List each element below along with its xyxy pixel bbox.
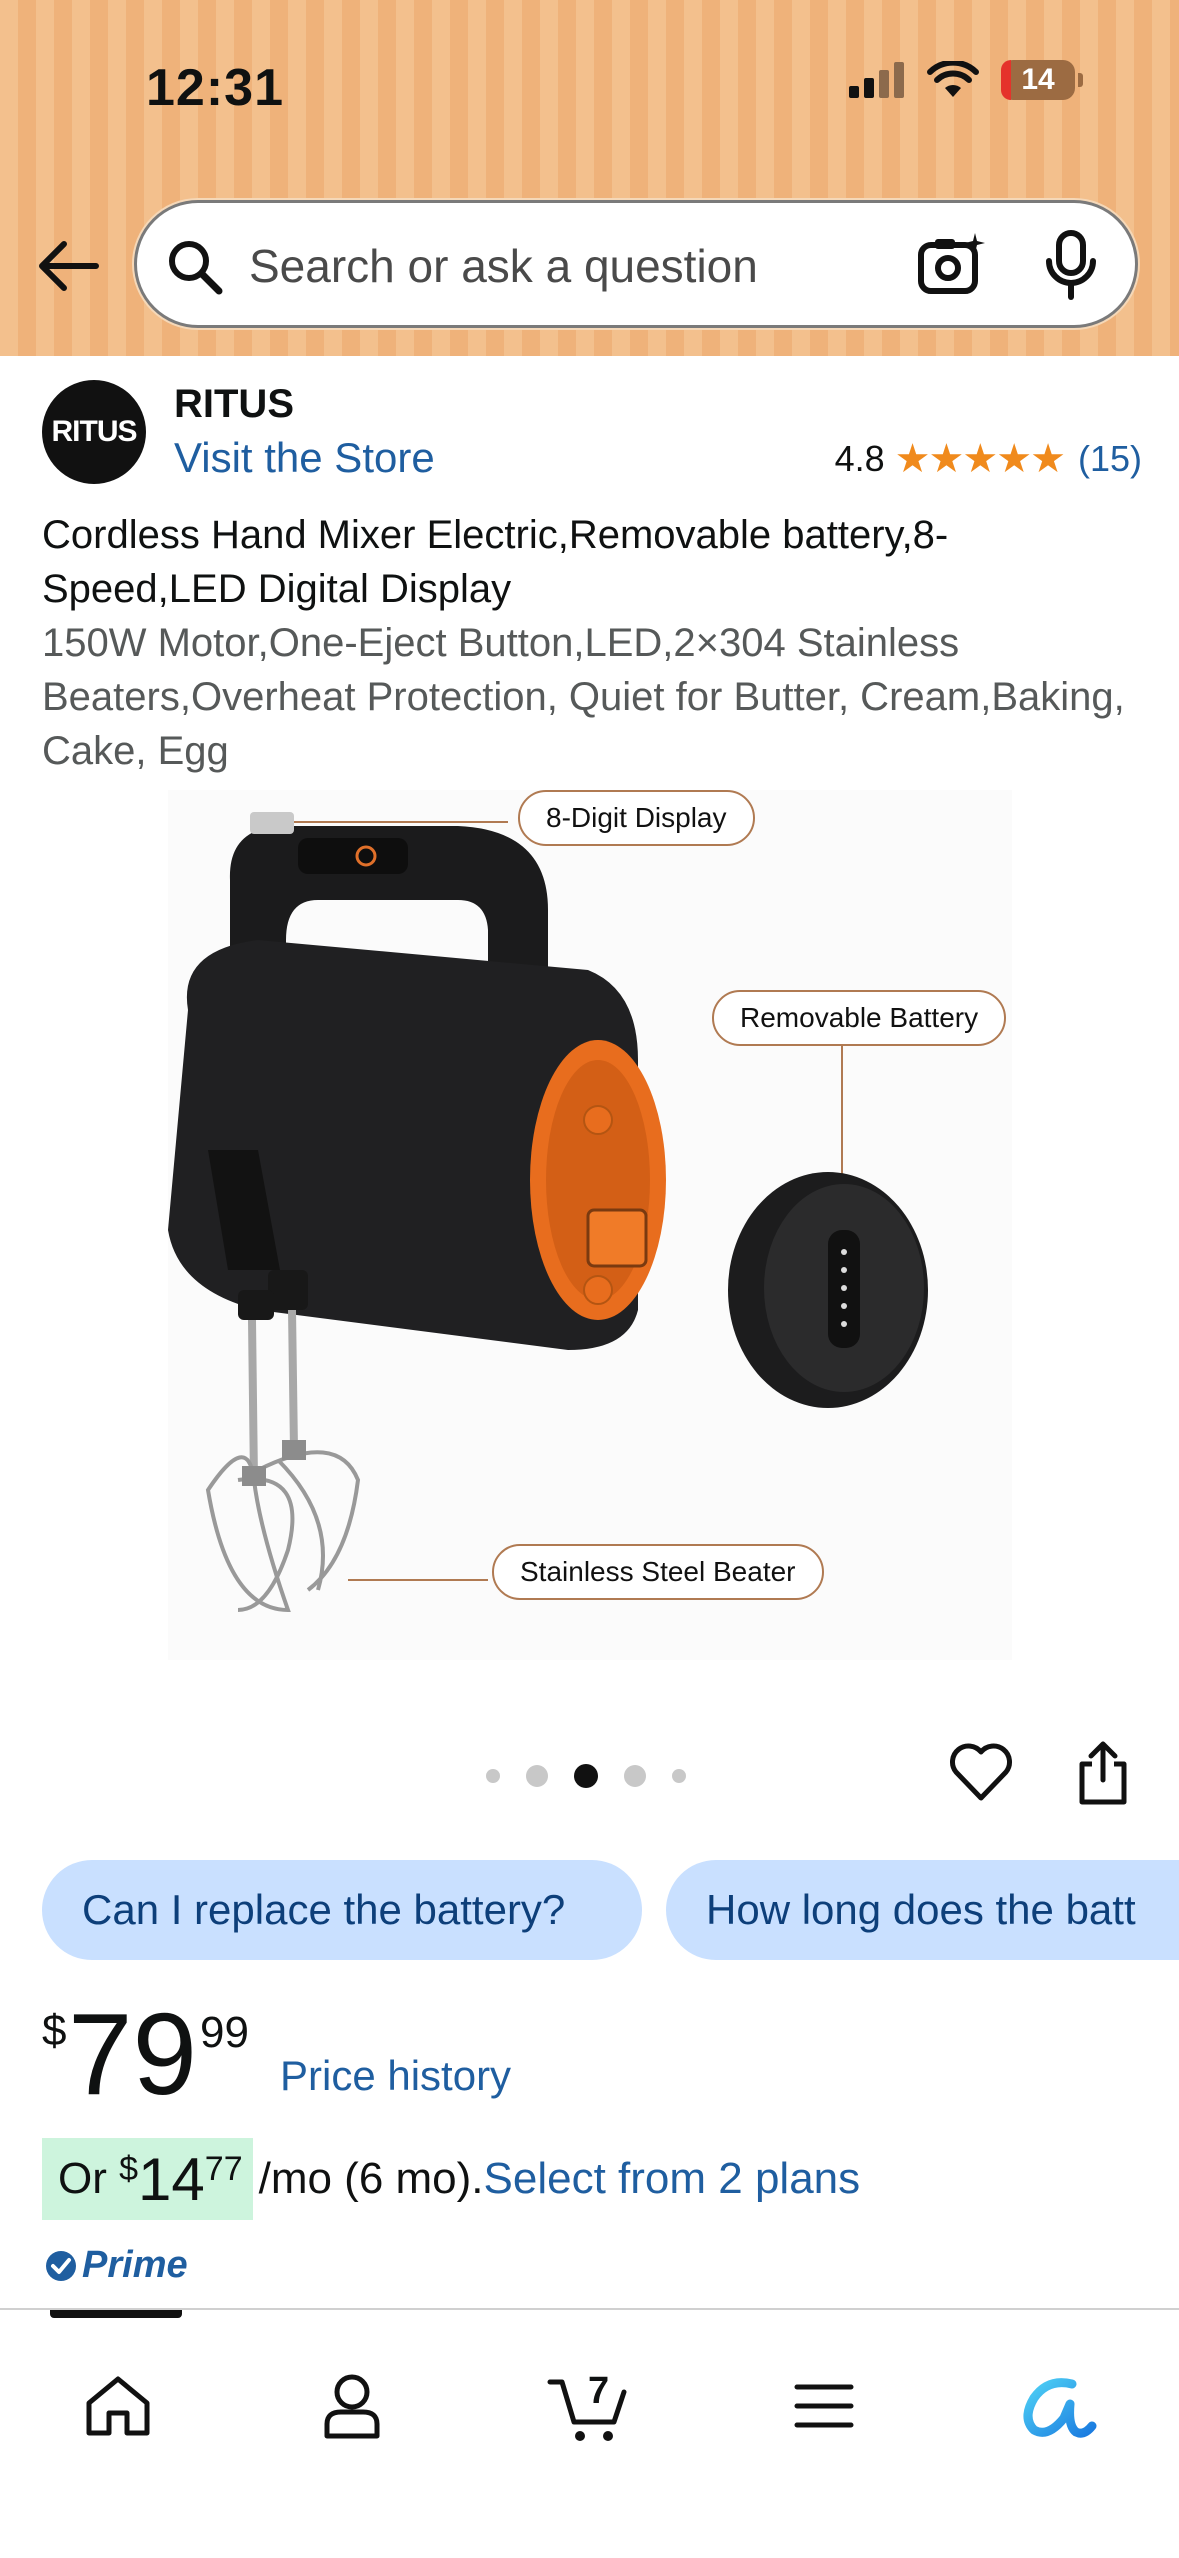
home-icon (86, 2376, 150, 2436)
installment-fraction: 77 (204, 2149, 243, 2188)
suggestion-pill[interactable]: Can I replace the battery? (42, 1860, 642, 1960)
tab-cart[interactable]: 7 (538, 2356, 638, 2456)
app-header: 12:31 14 (0, 0, 1179, 356)
active-tab-indicator (50, 2310, 182, 2318)
menu-icon (794, 2384, 854, 2428)
installment-whole: 14 (138, 2145, 205, 2213)
tab-home[interactable] (68, 2356, 168, 2456)
carousel-dot-active[interactable] (574, 1764, 598, 1788)
installment-highlight: Or $ 14 77 (42, 2138, 253, 2220)
cellular-signal-icon (849, 62, 904, 98)
callout-display: 8-Digit Display (518, 790, 755, 846)
carousel-dot[interactable] (624, 1765, 646, 1787)
brand-logo-text: RITUS (51, 415, 138, 448)
hand-mixer-illustration (168, 812, 928, 1613)
suggestion-pill[interactable]: How long does the batt (666, 1860, 1179, 1960)
installment-suffix: /mo (6 mo). (258, 2154, 484, 2203)
price-fraction: 99 (200, 2008, 249, 2057)
microphone-icon[interactable] (1041, 229, 1101, 303)
battery-level: 14 (1021, 63, 1055, 96)
price-currency: $ (42, 2006, 67, 2055)
carousel-dot[interactable] (486, 1769, 500, 1783)
product-image[interactable]: 8-Digit Display Removable Battery Stainl… (168, 790, 1012, 1660)
image-carousel-dots[interactable] (486, 1764, 686, 1788)
carousel-dot[interactable] (526, 1765, 548, 1787)
product-title: Cordless Hand Mixer Electric,Removable b… (42, 513, 949, 611)
installment-prefix: Or (58, 2154, 120, 2203)
prime-check-icon (46, 2250, 76, 2281)
tab-rufus[interactable] (1008, 2356, 1108, 2456)
search-input[interactable] (247, 227, 891, 305)
visit-store-link[interactable]: Visit the Store (174, 434, 435, 482)
star-rating-icon: ★★★★★ (894, 437, 1066, 481)
rating-summary[interactable]: 4.8 ★★★★★ (15) (835, 436, 1142, 482)
prime-label: Prime (82, 2244, 188, 2286)
status-time: 12:31 (146, 59, 284, 117)
camera-search-icon[interactable] (917, 231, 987, 301)
installment-currency: $ (119, 2149, 139, 2188)
installment-row: Or $ 14 77 /mo (6 mo). Select from 2 pla… (42, 2138, 860, 2220)
search-icon (169, 241, 223, 295)
status-icons: 14 (849, 60, 1083, 100)
rating-value: 4.8 (834, 438, 885, 479)
tab-account[interactable] (302, 2356, 402, 2456)
tab-menu[interactable] (774, 2356, 874, 2456)
search-bar[interactable] (134, 200, 1138, 328)
select-plans-link[interactable]: Select from 2 plans (484, 2154, 861, 2204)
wifi-icon (927, 61, 979, 97)
review-count[interactable]: (15) (1078, 438, 1142, 480)
back-arrow-icon (39, 241, 99, 291)
account-icon (324, 2374, 380, 2439)
price-history-link[interactable]: Price history (280, 2052, 511, 2100)
back-button[interactable] (30, 228, 106, 304)
bottom-tab-bar: 7 (0, 2308, 1179, 2558)
cart-count-badge: 7 (588, 2370, 610, 2412)
callout-battery: Removable Battery (712, 990, 1007, 1046)
battery-indicator: 14 (1001, 60, 1083, 100)
product-subtitle: 150W Motor,One-Eject Button,LED,2×304 St… (42, 621, 1125, 773)
heart-icon[interactable] (948, 1740, 1014, 1806)
brand-row: RITUS RITUS Visit the Store 4.8 ★★★★★ (1… (42, 380, 1142, 490)
callout-beater: Stainless Steel Beater (492, 1544, 824, 1600)
price-whole: 79 (68, 1989, 198, 2119)
brand-logo[interactable]: RITUS (42, 380, 146, 484)
rufus-icon (1023, 2378, 1097, 2438)
prime-badge: Prime (44, 2244, 188, 2287)
share-icon[interactable] (1072, 1740, 1134, 1806)
brand-name: RITUS (174, 382, 294, 426)
carousel-dot[interactable] (672, 1769, 686, 1783)
